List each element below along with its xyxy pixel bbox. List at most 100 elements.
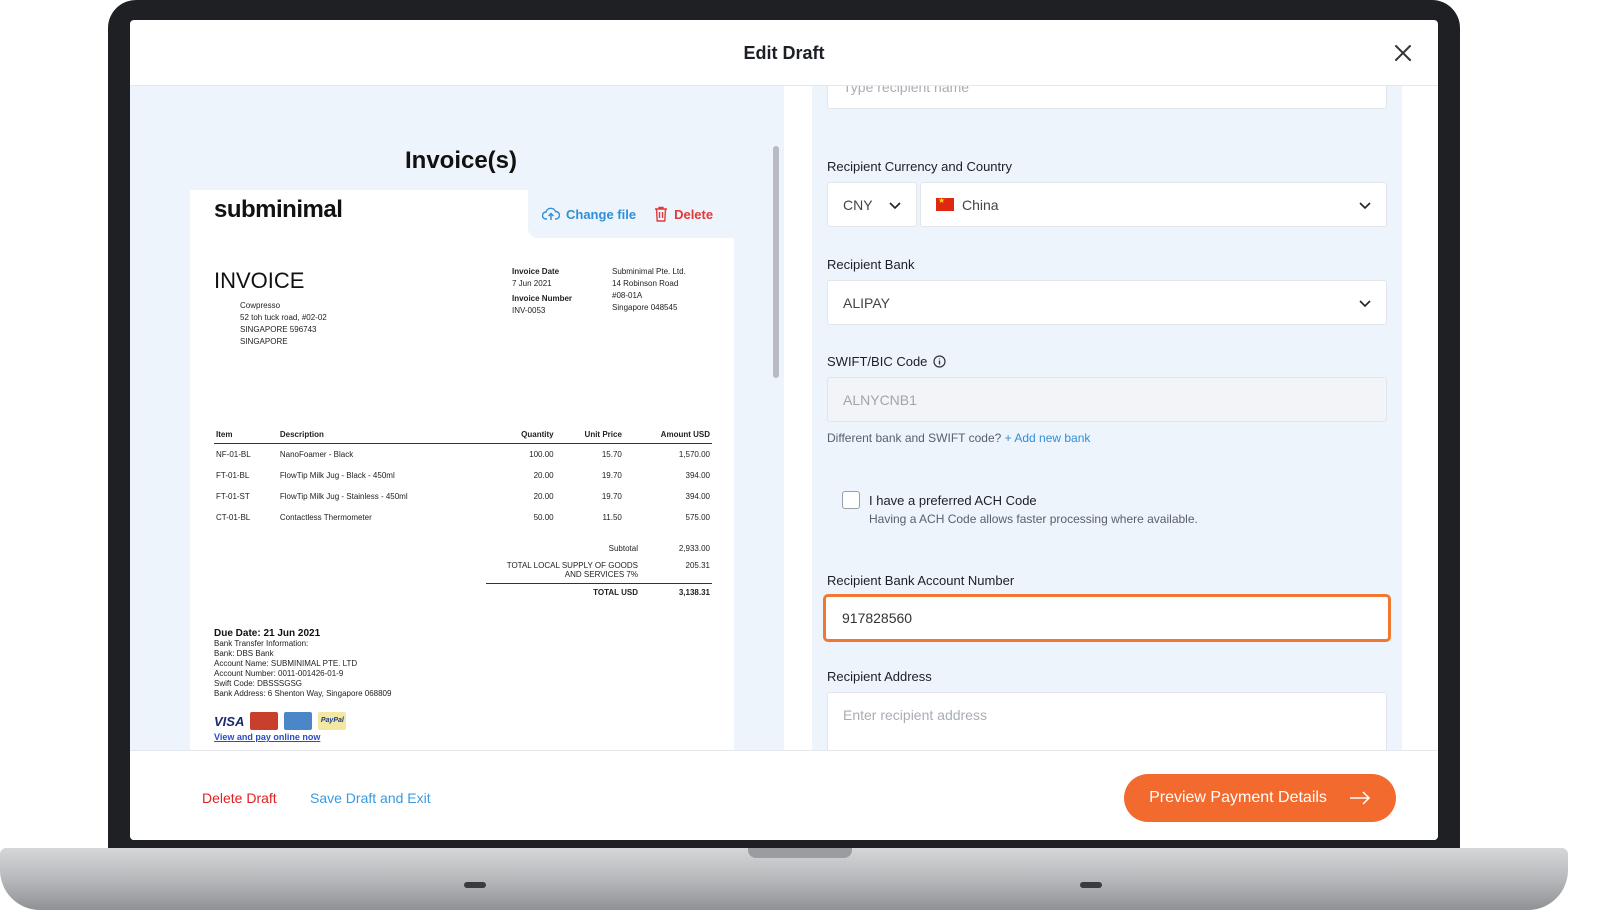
- cell: 394.00: [685, 471, 710, 480]
- subtotal-row: Subtotal 2,933.00: [486, 540, 712, 557]
- bank-label: Recipient Bank: [827, 257, 915, 272]
- invoice-brand: subminimal: [214, 196, 343, 223]
- country-value: China: [962, 196, 999, 213]
- close-button[interactable]: [1392, 42, 1414, 64]
- bank-line: Account Name: SUBMINIMAL PTE. LTD: [214, 659, 358, 668]
- from-line: 14 Robinson Road: [612, 279, 679, 288]
- cell: FlowTip Milk Jug - Stainless - 450ml: [279, 492, 408, 501]
- bank-value: ALIPAY: [843, 294, 890, 311]
- due-date: Due Date: 21 Jun 2021: [214, 628, 321, 639]
- recipient-form: Type recipient name Recipient Currency a…: [812, 86, 1402, 750]
- address-placeholder: Enter recipient address: [843, 707, 987, 723]
- delete-file-label: Delete: [674, 206, 714, 222]
- swift-label: SWIFT/BIC Code: [827, 354, 947, 369]
- cell: 20.00: [533, 492, 554, 501]
- total-row: TOTAL USD 3,138.31: [486, 583, 712, 601]
- info-icon: [933, 355, 947, 368]
- invoice-number-label: Invoice Number: [512, 294, 573, 303]
- account-number-value: 917828560: [842, 610, 913, 626]
- delete-draft-button[interactable]: Delete Draft: [202, 790, 277, 806]
- add-new-bank-link[interactable]: + Add new bank: [1005, 431, 1091, 445]
- address-label: Recipient Address: [827, 669, 932, 684]
- bank-line: Bank: DBS Bank: [214, 649, 274, 658]
- currency-select[interactable]: CNY: [827, 182, 917, 227]
- from-line: Subminimal Pte. Ltd.: [612, 267, 686, 276]
- total-value: 3,138.31: [678, 588, 710, 597]
- cell: FT-01-ST: [216, 492, 250, 501]
- modal-title: Edit Draft: [743, 43, 825, 63]
- modal-footer: Delete Draft Save Draft and Exit Preview…: [130, 750, 1438, 840]
- invoice-panel: Invoice(s) subminimal Change file Delete…: [130, 86, 820, 750]
- table-row: CT-01-BL Contactless Thermometer 50.00 1…: [214, 507, 712, 528]
- laptop-foot: [1080, 882, 1102, 888]
- tax-label-line: TOTAL LOCAL SUPPLY OF GOODS: [506, 561, 638, 570]
- bank-line: Bank Address: 6 Shenton Way, Singapore 0…: [214, 689, 392, 698]
- laptop-foot: [464, 882, 486, 888]
- delete-file-button[interactable]: Delete: [654, 206, 713, 222]
- to-line: Cowpresso: [240, 301, 281, 310]
- cell: 19.70: [601, 492, 622, 501]
- subtotal-label: Subtotal: [608, 544, 638, 553]
- col-item: Item: [214, 428, 278, 444]
- to-line: SINGAPORE: [240, 337, 288, 346]
- close-icon: [1395, 45, 1411, 61]
- payment-methods: VISA PayPal: [214, 712, 347, 730]
- recipient-name-placeholder: Type recipient name: [843, 86, 970, 95]
- invoice-items-table: Item Description Quantity Unit Price Amo…: [214, 428, 712, 528]
- ach-description: Having a ACH Code allows faster processi…: [869, 512, 1198, 526]
- ach-title: I have a preferred ACH Code: [869, 493, 1037, 508]
- chevron-down-icon: [1359, 202, 1371, 210]
- invoice-from-address: Subminimal Pte. Ltd. 14 Robinson Road #0…: [612, 266, 722, 314]
- table-row: NF-01-BL NanoFoamer - Black 100.00 15.70…: [214, 444, 712, 466]
- country-select[interactable]: China: [920, 182, 1387, 227]
- account-number-input[interactable]: 917828560: [823, 594, 1391, 642]
- col-quantity: Quantity: [495, 428, 556, 444]
- laptop-notch: [748, 848, 852, 858]
- change-file-label: Change file: [566, 206, 637, 222]
- tax-row: TOTAL LOCAL SUPPLY OF GOODS AND SERVICES…: [486, 557, 712, 583]
- chevron-down-icon: [889, 202, 901, 210]
- swift-input[interactable]: ALNYCNB1: [827, 377, 1387, 422]
- invoices-title: Invoice(s): [404, 147, 518, 174]
- invoice-meta: Invoice Date 7 Jun 2021 Invoice Number I…: [512, 266, 612, 317]
- pane-divider: [784, 86, 812, 750]
- trash-icon: [655, 206, 668, 222]
- cell: Contactless Thermometer: [279, 513, 372, 522]
- cell: 1,570.00: [678, 450, 710, 459]
- address-input[interactable]: Enter recipient address: [827, 692, 1387, 750]
- cell: 20.00: [533, 471, 554, 480]
- invoice-actions: Change file Delete: [528, 190, 734, 238]
- cell: FlowTip Milk Jug - Black - 450ml: [279, 471, 395, 480]
- swift-label-text: SWIFT/BIC Code: [827, 354, 928, 369]
- bank-line: Swift Code: DBSSSGSG: [214, 679, 303, 688]
- cell: 11.50: [602, 513, 622, 522]
- change-file-button[interactable]: Change file: [542, 207, 636, 222]
- preview-payment-button[interactable]: Preview Payment Details: [1124, 774, 1396, 822]
- bank-select[interactable]: ALIPAY: [827, 280, 1387, 325]
- cell: 575.00: [685, 513, 710, 522]
- bank-helper: Different bank and SWIFT code? + Add new…: [827, 431, 1090, 445]
- from-line: Singapore 048545: [612, 303, 678, 312]
- to-line: 52 toh tuck road, #02-02: [240, 313, 327, 322]
- recipient-name-input[interactable]: Type recipient name: [827, 86, 1387, 109]
- invoice-to-address: Cowpresso 52 toh tuck road, #02-02 SINGA…: [240, 300, 327, 348]
- screen: Edit Draft Invoice(s) subminimal Change …: [130, 20, 1438, 840]
- swift-value: ALNYCNB1: [843, 391, 917, 408]
- subtotal-value: 2,933.00: [678, 544, 710, 553]
- ach-checkbox[interactable]: [842, 491, 860, 509]
- bank-line: Bank Transfer Information:: [214, 639, 309, 648]
- invoice-date-label: Invoice Date: [512, 267, 560, 276]
- view-pay-online-link[interactable]: View and pay online now: [214, 732, 320, 742]
- amex-icon: [284, 712, 313, 730]
- arrow-right-icon: [1349, 791, 1370, 805]
- modal-header: Edit Draft: [130, 20, 1438, 86]
- save-draft-exit-button[interactable]: Save Draft and Exit: [310, 790, 431, 806]
- to-line: SINGAPORE 596743: [240, 325, 317, 334]
- china-flag-icon: [936, 196, 954, 211]
- invoice-document: subminimal Change file Delete INVOICE Co…: [190, 190, 734, 750]
- cell: 15.70: [601, 450, 622, 459]
- col-description: Description: [277, 428, 496, 444]
- invoice-scrollbar[interactable]: [773, 146, 779, 378]
- chevron-down-icon: [1359, 300, 1371, 308]
- paypal-logo: PayPal: [318, 712, 347, 730]
